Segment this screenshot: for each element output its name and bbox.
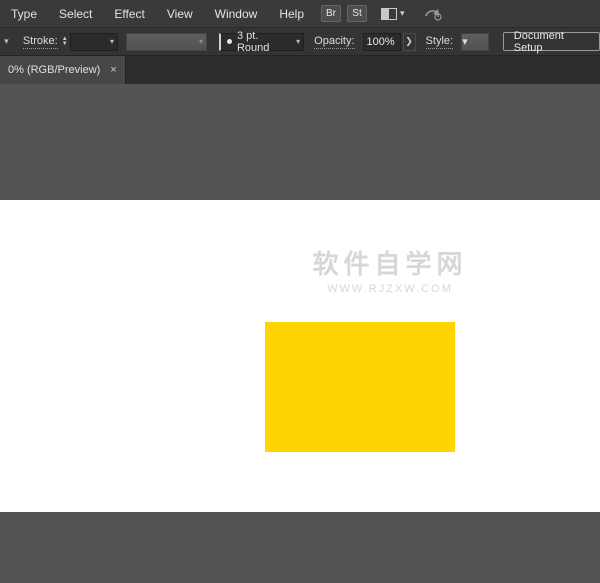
document-setup-button[interactable]: Document Setup (503, 32, 600, 51)
stepper-down-icon[interactable]: ▼ (62, 42, 68, 47)
watermark-title: 软件自学网 (280, 244, 500, 281)
menu-window[interactable]: Window (204, 0, 269, 28)
opacity-input[interactable] (363, 33, 401, 51)
control-bar: ▾ Stroke: ▲ ▼ ▾ ▾ 3 pt. Round ▾ Opacity:… (0, 28, 600, 56)
brush-definition-value: 3 pt. Round (237, 30, 292, 54)
style-label[interactable]: Style: (426, 35, 454, 49)
opacity-label[interactable]: Opacity: (314, 35, 354, 49)
profile-chevron-icon: ▾ (199, 37, 206, 46)
brush-definition-dropdown[interactable]: 3 pt. Round ▾ (219, 33, 304, 51)
stroke-stepper[interactable]: ▲ ▼ (62, 37, 68, 47)
workspace-switcher-icon[interactable] (381, 8, 397, 20)
control-bar-collapse-icon[interactable]: ▾ (0, 36, 13, 47)
workspace-icon-left (382, 9, 389, 19)
document-tab[interactable]: 0% (RGB/Preview) × (0, 56, 126, 84)
variable-width-profile-dropdown[interactable]: ▾ (126, 33, 207, 51)
watermark-url: WWW.RJZXW.COM (280, 283, 500, 295)
menu-effect[interactable]: Effect (103, 0, 155, 28)
opacity-options-arrow-icon[interactable]: ❯ (403, 33, 416, 51)
document-tab-label: 0% (RGB/Preview) (8, 64, 100, 76)
menu-type[interactable]: Type (0, 0, 48, 28)
yellow-rectangle-shape[interactable] (265, 322, 455, 452)
graphic-style-dropdown[interactable]: ▾ (461, 33, 489, 51)
stroke-width-chevron-icon[interactable]: ▾ (106, 37, 114, 46)
menu-select[interactable]: Select (48, 0, 103, 28)
watermark: 软件自学网 WWW.RJZXW.COM (280, 244, 500, 295)
tab-close-icon[interactable]: × (110, 64, 116, 76)
brush-preview-dot-icon (227, 39, 232, 44)
menu-view[interactable]: View (156, 0, 204, 28)
bridge-button[interactable]: Br (321, 5, 341, 22)
stroke-label[interactable]: Stroke: (23, 35, 58, 49)
workspace-chevron-icon[interactable]: ▾ (400, 8, 405, 19)
share-screen-icon[interactable] (423, 6, 443, 22)
illustrator-window: Type Select Effect View Window Help Br S… (0, 0, 600, 583)
menu-help[interactable]: Help (268, 0, 315, 28)
stroke-width-dropdown[interactable]: ▾ (70, 33, 118, 51)
brush-chevron-icon[interactable]: ▾ (292, 37, 300, 46)
menu-bar: Type Select Effect View Window Help Br S… (0, 0, 600, 28)
stock-button[interactable]: St (347, 5, 367, 22)
workspace-icon-right (389, 9, 396, 19)
document-tab-bar: 0% (RGB/Preview) × (0, 56, 600, 84)
style-chevron-icon: ▾ (462, 35, 468, 48)
canvas-area[interactable]: 软件自学网 WWW.RJZXW.COM (0, 84, 600, 583)
